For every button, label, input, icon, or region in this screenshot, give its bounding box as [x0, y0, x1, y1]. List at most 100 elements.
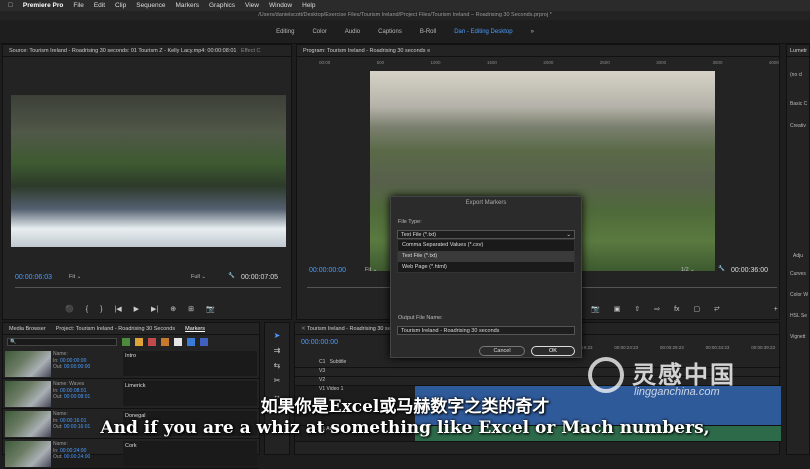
- color-filter-indigo[interactable]: [200, 338, 208, 346]
- marker-name-field[interactable]: Intro: [123, 351, 257, 376]
- apple-icon[interactable]: : [8, 2, 13, 9]
- compare-icon[interactable]: ▣: [614, 305, 621, 313]
- menu-file[interactable]: File: [73, 2, 83, 9]
- more-workspaces-icon[interactable]: »: [531, 29, 534, 35]
- menu-sequence[interactable]: Sequence: [136, 2, 165, 9]
- fx-icon[interactable]: fx: [674, 306, 679, 313]
- app-menu[interactable]: Premiere Pro: [23, 2, 63, 9]
- color-filter-orange[interactable]: [161, 338, 169, 346]
- color-filter-yellow[interactable]: [135, 338, 143, 346]
- output-file-label: Output File Name:: [398, 315, 443, 321]
- program-transport-right: 📷 ▣ ⇧ ⇨ fx ▢ ⥂ +: [591, 305, 778, 313]
- menu-view[interactable]: View: [245, 2, 259, 9]
- menu-markers[interactable]: Markers: [176, 2, 199, 9]
- insert-icon[interactable]: ⊕: [170, 305, 176, 313]
- lumetri-creative[interactable]: Creativ: [790, 123, 806, 129]
- tab-project[interactable]: Project: Tourism Ireland - Roadrising 30…: [56, 323, 175, 334]
- menu-help[interactable]: Help: [302, 2, 315, 9]
- lumetri-hsl[interactable]: HSL Se: [790, 313, 807, 319]
- program-duration: 00:00:36:00: [731, 267, 768, 274]
- lumetri-curves[interactable]: Curves: [790, 271, 806, 277]
- bottom-tabs: Media Browser Project: Tourism Ireland -…: [3, 323, 259, 335]
- workspace-color[interactable]: Color: [312, 29, 326, 35]
- marker-row[interactable]: Name: In: 00:00:00:00 Out: 00:00:00:00 Int…: [3, 349, 259, 379]
- program-timecode[interactable]: 00:00:00:00: [309, 267, 346, 274]
- marker-icon[interactable]: ⚫: [65, 305, 74, 313]
- color-filter-green[interactable]: [122, 338, 130, 346]
- ripple-edit-icon[interactable]: ⇆: [274, 361, 281, 370]
- source-tab[interactable]: Source: Tourism Ireland - Roadrising 30 …: [3, 45, 291, 57]
- output-file-input[interactable]: Tourism Ireland - Roadrising 30 seconds: [397, 326, 575, 335]
- source-transport: ⚫ { } |◀ ▶ ▶| ⊕ ⊞ 📷: [65, 305, 215, 314]
- markers-search-input[interactable]: 🔍: [7, 338, 117, 346]
- program-fit-select[interactable]: Fit ⌄: [365, 267, 377, 273]
- tab-media-browser[interactable]: Media Browser: [9, 323, 46, 334]
- selection-tool-icon[interactable]: ➤: [274, 331, 281, 340]
- lumetri-basic[interactable]: Basic C: [790, 101, 807, 107]
- option-csv[interactable]: Comma Separated Values (*.csv): [398, 240, 574, 251]
- menu-graphics[interactable]: Graphics: [209, 2, 235, 9]
- option-txt[interactable]: Text File (*.txt): [398, 251, 574, 262]
- menu-window[interactable]: Window: [269, 2, 292, 9]
- extract-icon[interactable]: ⇨: [654, 305, 660, 313]
- dialog-title: Export Markers: [465, 200, 507, 206]
- color-filter-red[interactable]: [148, 338, 156, 346]
- track-select-icon[interactable]: ⇉: [274, 346, 281, 355]
- step-back-icon[interactable]: |◀: [114, 305, 121, 313]
- option-html[interactable]: Web Page (*.html): [398, 262, 574, 273]
- vr-icon[interactable]: ▢: [694, 305, 701, 313]
- fit-screen-icon[interactable]: ⥂: [714, 305, 720, 313]
- marker-thumbnail: [5, 441, 51, 467]
- source-scrubber[interactable]: [15, 287, 281, 293]
- source-timecode[interactable]: 00:00:06:03: [15, 274, 52, 281]
- razor-tool-icon[interactable]: ✂: [274, 376, 281, 385]
- source-fit-select[interactable]: Fit ⌄: [69, 274, 81, 280]
- color-filter-blue[interactable]: [187, 338, 195, 346]
- export-markers-dialog: Export Markers File Type: Text File (*.t…: [390, 196, 582, 358]
- color-filter-white[interactable]: [174, 338, 182, 346]
- source-duration: 00:00:07:05: [241, 274, 278, 281]
- menubar:  Premiere Pro File Edit Clip Sequence M…: [0, 0, 810, 11]
- mark-in-icon[interactable]: {: [86, 306, 88, 313]
- lumetri-vignette[interactable]: Vignett: [790, 334, 805, 340]
- window-title: /Users/danielscott/Desktop/Exercise File…: [0, 11, 810, 20]
- menu-edit[interactable]: Edit: [94, 2, 105, 9]
- tab-markers[interactable]: Markers: [185, 323, 205, 334]
- timeline-timecode[interactable]: 00:00:00:00: [301, 339, 338, 346]
- workspace-captions[interactable]: Captions: [378, 29, 402, 35]
- cancel-button[interactable]: Cancel: [479, 346, 525, 356]
- lift-icon[interactable]: ⇧: [634, 305, 640, 313]
- marker-row[interactable]: Name: In: 00:00:24:00 Out: 00:00:24:00 Cor…: [3, 439, 259, 469]
- add-button-icon[interactable]: +: [774, 306, 778, 313]
- file-type-select[interactable]: Text File (*.txt) ⌄: [397, 230, 575, 239]
- wrench-icon[interactable]: 🔧: [228, 273, 235, 279]
- workspace-editing[interactable]: Editing: [276, 29, 294, 35]
- subtitle-chinese: 如果你是Excel或马赫数字之类的奇才: [260, 397, 550, 417]
- program-ratio-select[interactable]: 1/2 ⌄: [681, 267, 695, 273]
- file-type-label: File Type:: [398, 219, 422, 225]
- program-tab[interactable]: Program: Tourism Ireland - Roadrising 30…: [297, 45, 779, 57]
- menu-clip[interactable]: Clip: [115, 2, 126, 9]
- workspace-broll[interactable]: B-Roll: [420, 29, 436, 35]
- marker-thumbnail: [5, 351, 51, 377]
- step-forward-icon[interactable]: ▶|: [151, 305, 158, 313]
- play-icon[interactable]: ▶: [134, 305, 139, 313]
- lumetri-color-wheels[interactable]: Color W: [790, 292, 808, 298]
- watermark-cn: 灵感中国: [632, 361, 736, 389]
- lumetri-no-clip: (no cl: [790, 72, 803, 78]
- program-wrench-icon[interactable]: 🔧: [718, 266, 725, 272]
- camera-icon[interactable]: 📷: [206, 305, 215, 313]
- export-frame-icon[interactable]: 📷: [591, 305, 600, 313]
- lumetri-tab[interactable]: Lumetr: [787, 45, 809, 57]
- subtitle-english: And if you are a whiz at something like …: [100, 418, 710, 438]
- overwrite-icon[interactable]: ⊞: [188, 305, 194, 313]
- ok-button[interactable]: OK: [531, 346, 575, 356]
- workspace-dan[interactable]: Dan - Editing Desktop: [454, 29, 512, 35]
- lumetri-adjust[interactable]: Adju: [793, 253, 803, 259]
- workspace-audio[interactable]: Audio: [345, 29, 360, 35]
- source-full-select[interactable]: Full ⌄: [191, 274, 206, 280]
- marker-meta: Name: In: 00:00:00:00 Out: 00:00:00:00: [53, 351, 91, 370]
- mark-out-icon[interactable]: }: [100, 306, 102, 313]
- marker-meta: Name: In: 00:00:24:00 Out: 00:00:24:00: [53, 441, 91, 460]
- marker-name-field[interactable]: Cork: [123, 441, 257, 466]
